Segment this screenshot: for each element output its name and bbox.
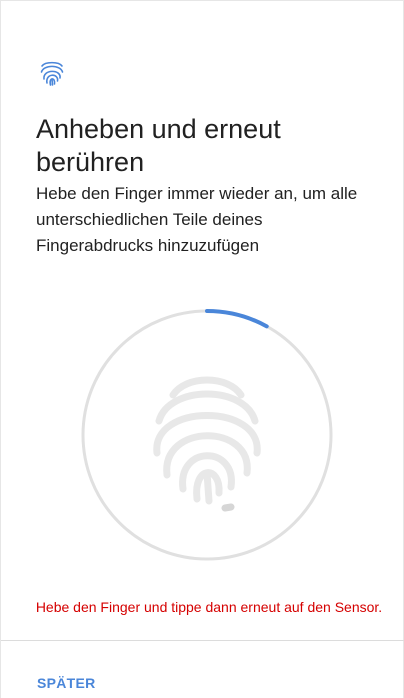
later-button[interactable]: SPÄTER (29, 669, 104, 697)
fingerprint-enroll-screen: Anheben und erneut berühren Hebe den Fin… (0, 0, 404, 698)
instruction-text: Hebe den Finger immer wieder an, um alle… (36, 184, 358, 255)
progress-ring (81, 309, 333, 561)
fingerprint-icon (40, 61, 64, 86)
progress-arc (205, 309, 269, 329)
error-message: Hebe den Finger und tippe dann erneut au… (35, 599, 383, 615)
fingerprint-icon (153, 376, 261, 512)
page-title: Anheben und erneut berühren (36, 114, 281, 177)
footer-divider (1, 640, 404, 641)
fingerprint-sensor-indicator (81, 303, 333, 567)
